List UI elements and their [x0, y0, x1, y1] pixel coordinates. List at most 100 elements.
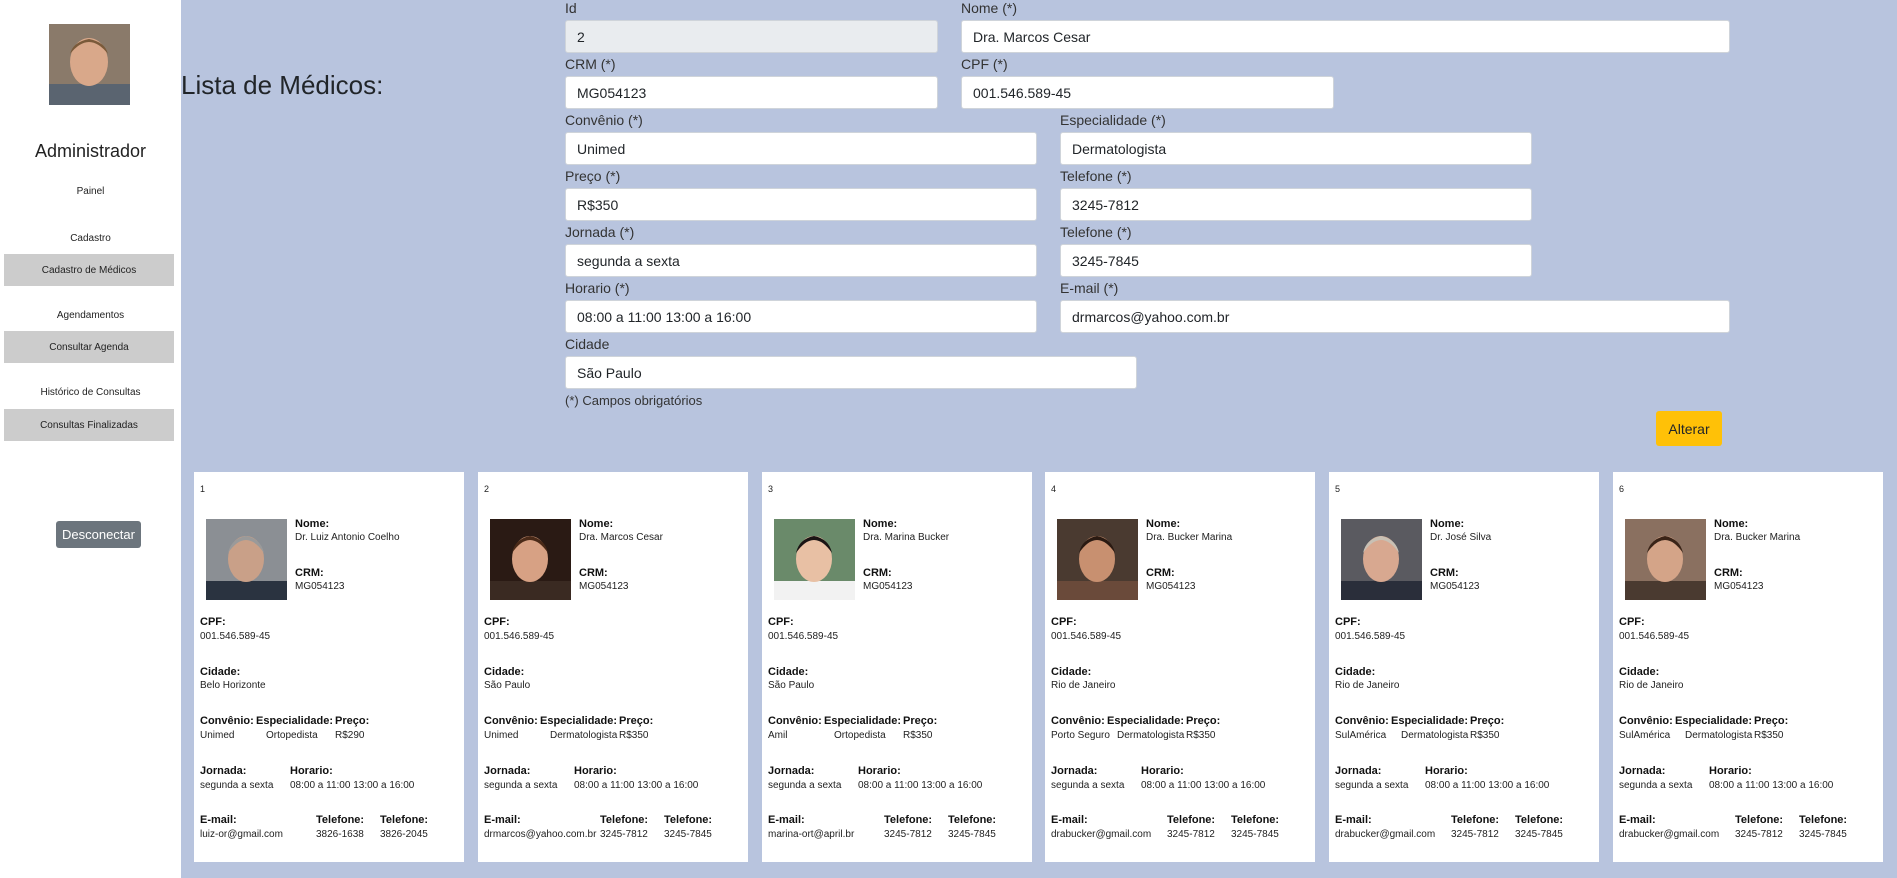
telefone1-label: Telefone: [1167, 814, 1216, 826]
especialidade-label: Especialidade: [256, 715, 334, 727]
doctor-jornada: segunda a sexta [768, 780, 842, 791]
doctor-convenio: Unimed [484, 730, 519, 741]
sidebar-consultas-finalizadas-button[interactable]: Consultas Finalizadas [4, 409, 174, 441]
nome-field[interactable]: Dra. Marcos Cesar [961, 20, 1730, 53]
especialidade-label: Especialidade: [1107, 715, 1185, 727]
doctor-photo [1341, 519, 1422, 600]
doctor-email: luiz-or@gmail.com [200, 829, 283, 840]
doctor-specialty: Dermatologista [550, 730, 618, 741]
email-label: E-mail (*) [1060, 280, 1119, 296]
logout-button[interactable]: Desconectar [56, 521, 141, 548]
preco-label: Preço: [335, 715, 370, 727]
jornada-label: Jornada (*) [565, 224, 635, 240]
preco-label: Preço: [619, 715, 654, 727]
horario-label: Horario: [1709, 765, 1752, 777]
doctor-convenio: Unimed [200, 730, 235, 741]
doctor-email: drabucker@gmail.com [1335, 829, 1436, 840]
horario-label: Horario: [290, 765, 333, 777]
convenio-field[interactable]: Unimed [565, 132, 1037, 165]
cpf-label: CPF: [768, 616, 794, 628]
horario-label: Horario: [1141, 765, 1184, 777]
doctor-photo [1057, 519, 1138, 600]
cidade-label: Cidade: [200, 666, 241, 678]
convenio-label: Convênio: [484, 715, 538, 727]
card-id: 1 [200, 484, 206, 494]
email-label: E-mail: [1335, 814, 1372, 826]
doctor-horario: 08:00 a 11:00 13:00 a 16:00 [1709, 780, 1834, 791]
email-field[interactable]: drmarcos@yahoo.com.br [1060, 300, 1730, 333]
alterar-button[interactable]: Alterar [1656, 411, 1722, 446]
telefone1-label: Telefone (*) [1060, 168, 1132, 184]
sidebar-cadastro-medicos-button[interactable]: Cadastro de Médicos [4, 254, 174, 286]
horario-label: Horario: [574, 765, 617, 777]
cpf-label: CPF: [200, 616, 226, 628]
doctor-email: drabucker@gmail.com [1619, 829, 1720, 840]
telefone1-field[interactable]: 3245-7812 [1060, 188, 1532, 221]
doctor-horario: 08:00 a 11:00 13:00 a 16:00 [858, 780, 983, 791]
doctor-specialty: Ortopedista [266, 730, 318, 741]
id-label: Id [565, 0, 577, 16]
crm-label: CRM: [295, 567, 324, 579]
doctor-price: R$350 [903, 730, 933, 741]
doctor-photo [490, 519, 571, 600]
cidade-label: Cidade: [484, 666, 525, 678]
sidebar-label-historico: Histórico de Consultas [40, 387, 141, 398]
preco-label: Preço (*) [565, 168, 621, 184]
nome-label: Nome: [579, 518, 614, 530]
jornada-label: Jornada: [1335, 765, 1382, 777]
nome-label: Nome: [1714, 518, 1749, 530]
email-label: E-mail: [1619, 814, 1656, 826]
especialidade-label: Especialidade: [1675, 715, 1753, 727]
doctor-photo [206, 519, 287, 600]
sidebar-consultar-agenda-button[interactable]: Consultar Agenda [4, 331, 174, 363]
convenio-label: Convênio: [1619, 715, 1673, 727]
preco-field[interactable]: R$350 [565, 188, 1037, 221]
card-id: 2 [484, 484, 490, 494]
crm-label: CRM: [863, 567, 892, 579]
doctor-card[interactable]: 3 Nome: Dra. Marina Bucker CRM: MG054123 CPF:… [762, 472, 1032, 862]
doctor-card[interactable]: 1 Nome: Dr. Luiz Antonio Coelho CRM: MG05412… [194, 472, 464, 862]
jornada-label: Jornada: [200, 765, 247, 777]
doctor-phone-1: 3245-7812 [1167, 829, 1215, 840]
doctor-convenio: Amil [768, 730, 788, 741]
especialidade-field[interactable]: Dermatologista [1060, 132, 1532, 165]
doctor-card[interactable]: 4 Nome: Dra. Bucker Marina CRM: MG054123 CPF:… [1045, 472, 1315, 862]
doctor-photo [1625, 519, 1706, 600]
telefone2-label: Telefone: [380, 814, 429, 826]
telefone2-label: Telefone: [1231, 814, 1280, 826]
especialidade-label: Especialidade: [1391, 715, 1469, 727]
convenio-label: Convênio: [1051, 715, 1105, 727]
nome-label: Nome: [863, 518, 898, 530]
convenio-label: Convênio: [200, 715, 254, 727]
doctor-card[interactable]: 5 Nome: Dr. José Silva CRM: MG054123 CPF: 001.… [1329, 472, 1599, 862]
doctor-jornada: segunda a sexta [484, 780, 558, 791]
convenio-label: Convênio (*) [565, 112, 643, 128]
horario-label: Horario (*) [565, 280, 630, 296]
jornada-label: Jornada: [1619, 765, 1666, 777]
doctor-phone-1: 3245-7812 [884, 829, 932, 840]
crm-field[interactable]: MG054123 [565, 76, 938, 109]
doctor-horario: 08:00 a 11:00 13:00 a 16:00 [1425, 780, 1550, 791]
telefone2-label: Telefone (*) [1060, 224, 1132, 240]
doctor-card[interactable]: 2 Nome: Dra. Marcos Cesar CRM: MG054123 CPF: 0… [478, 472, 748, 862]
doctor-email: marina-ort@april.br [768, 829, 855, 840]
doctor-convenio: Porto Seguro [1051, 730, 1110, 741]
email-label: E-mail: [768, 814, 805, 826]
sidebar-label-painel[interactable]: Painel [0, 186, 181, 197]
doctor-specialty: Dermatologista [1401, 730, 1469, 741]
jornada-field[interactable]: segunda a sexta [565, 244, 1037, 277]
cidade-field[interactable]: São Paulo [565, 356, 1137, 389]
doctor-card[interactable]: 6 Nome: Dra. Bucker Marina CRM: MG054123 CPF:… [1613, 472, 1883, 862]
nome-label: Nome: [295, 518, 330, 530]
doctor-city: São Paulo [484, 680, 531, 691]
cpf-field[interactable]: 001.546.589-45 [961, 76, 1334, 109]
doctor-phone-2: 3245-7845 [1231, 829, 1279, 840]
required-fields-note: (*) Campos obrigatórios [565, 393, 703, 408]
cidade-label: Cidade: [768, 666, 809, 678]
sidebar: Administrador Painel Cadastro Cadastro d… [0, 0, 181, 878]
preco-label: Preço: [1470, 715, 1505, 727]
telefone2-field[interactable]: 3245-7845 [1060, 244, 1532, 277]
sidebar-label-agendamentos: Agendamentos [56, 310, 125, 321]
horario-field[interactable]: 08:00 a 11:00 13:00 a 16:00 [565, 300, 1037, 333]
card-id: 6 [1619, 484, 1625, 494]
